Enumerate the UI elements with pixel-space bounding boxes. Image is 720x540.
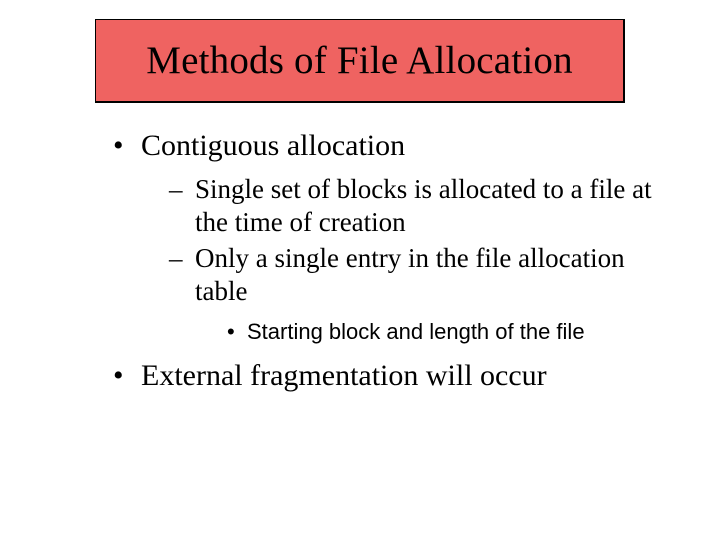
bullet-item: Single set of blocks is allocated to a f… [169,173,653,239]
bullet-list-level3: Starting block and length of the file [195,318,653,346]
bullet-list-level2: Single set of blocks is allocated to a f… [141,173,653,346]
bullet-item: External fragmentation will occur [113,358,653,395]
bullet-text: Starting block and length of the file [247,319,585,344]
bullet-item: Starting block and length of the file [227,318,653,346]
bullet-item: Only a single entry in the file allocati… [169,242,653,345]
bullet-list-level1: Contiguous allocation Single set of bloc… [113,128,653,394]
slide-body: Contiguous allocation Single set of bloc… [113,128,653,404]
bullet-text: Contiguous allocation [141,129,405,162]
bullet-item: Contiguous allocation Single set of bloc… [113,128,653,346]
bullet-text: Only a single entry in the file allocati… [195,243,625,306]
bullet-text: External fragmentation will occur [141,359,547,392]
slide: Methods of File Allocation Contiguous al… [0,0,720,540]
bullet-text: Single set of blocks is allocated to a f… [195,174,652,237]
title-banner: Methods of File Allocation [95,19,625,103]
slide-title: Methods of File Allocation [146,38,573,83]
